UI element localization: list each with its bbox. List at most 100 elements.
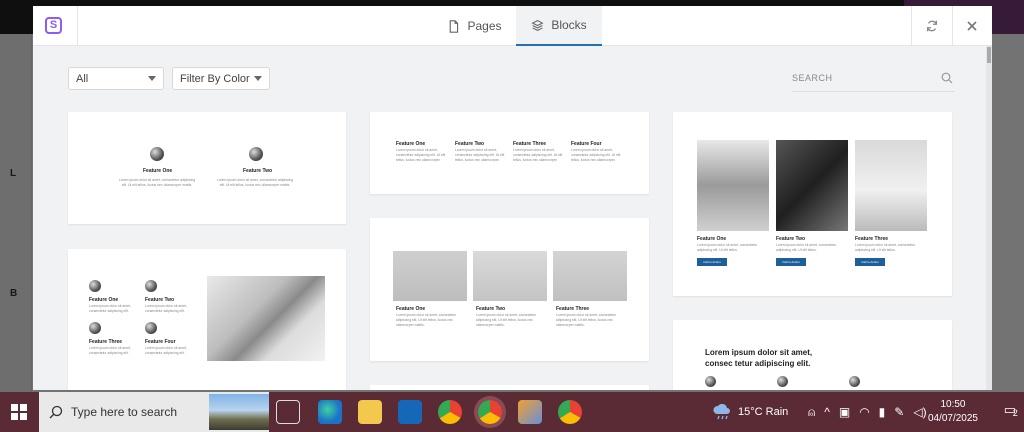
search-icon	[941, 72, 953, 84]
windows-logo-icon	[11, 404, 27, 420]
app-logo-icon: S	[45, 17, 62, 34]
feature-text: Lorem ipsum dolor sit amet, consectetur …	[455, 148, 505, 162]
clock-date: 04/07/2025	[927, 413, 978, 424]
weather-widget[interactable]: 15°C Rain	[712, 392, 788, 432]
person-icon[interactable]: ⍝	[808, 405, 815, 420]
category-select[interactable]: All	[68, 67, 164, 90]
feature-text: Lorem ipsum dolor sit amet, consectetur …	[145, 346, 187, 355]
battery-icon[interactable]: ▮	[879, 405, 886, 419]
feature-text: Lorem ipsum dolor sit amet, consectetur …	[396, 313, 457, 327]
feature-title: Feature One	[697, 236, 727, 242]
monstera-image	[776, 140, 848, 231]
tab-label: Blocks	[551, 18, 587, 32]
tab-blocks[interactable]: Blocks	[516, 6, 602, 46]
system-tray: ⍝ ^ ▣ ◠ ▮ ✎ ◁)	[808, 392, 927, 432]
tab-label: Pages	[467, 19, 502, 33]
feature-text: Lorem ipsum dolor sit amet, consectetur …	[697, 243, 758, 252]
search-input[interactable]: SEARCH	[792, 73, 833, 83]
feature-title: Feature Four	[571, 141, 602, 147]
feature-icon	[89, 280, 101, 292]
meet-now-icon[interactable]: ▣	[839, 405, 850, 419]
task-view-icon[interactable]	[276, 400, 300, 424]
feature-text: Lorem ipsum dolor sit amet, consectetur …	[118, 178, 196, 187]
feature-icon	[145, 280, 157, 292]
chevron-down-icon	[148, 76, 156, 81]
feature-title: Feature Two	[476, 306, 506, 312]
category-select-value: All	[76, 73, 89, 85]
search-field[interactable]: SEARCH	[792, 66, 955, 92]
block-card-two-features[interactable]: Feature One Lorem ipsum dolor sit amet, …	[68, 112, 346, 224]
clock-time: 10:50	[940, 399, 966, 410]
clock[interactable]: 10:50 04/07/2025	[928, 398, 978, 426]
volume-icon[interactable]: ◁)	[913, 405, 926, 419]
feature-title: Feature Two	[243, 168, 273, 174]
search-highlight-image	[209, 394, 269, 430]
header-divider	[77, 6, 78, 46]
feature-title: Feature One	[89, 297, 119, 303]
chrome-icon[interactable]	[438, 400, 462, 424]
chrome-profile-icon[interactable]	[558, 400, 582, 424]
feature-title: Feature One	[396, 141, 426, 147]
chevron-up-icon[interactable]: ^	[824, 405, 830, 419]
cta-button[interactable]: Call to Action	[855, 258, 885, 266]
color-filter-select[interactable]: Filter By Color	[172, 67, 270, 90]
feature-text: Lorem ipsum dolor sit amet, consectetur …	[89, 346, 131, 355]
template-library-modal: S Pages Blocks All Filter By Color SEARC…	[33, 6, 992, 390]
feature-text: Lorem ipsum dolor sit amet, consectetur …	[216, 178, 294, 187]
chrome-active-icon[interactable]	[478, 400, 502, 424]
block-card-partial[interactable]	[370, 385, 649, 390]
search-icon	[49, 405, 63, 419]
wifi-icon[interactable]: ◠	[859, 405, 869, 419]
feature-text: Lorem ipsum dolor sit amet, consectetur …	[396, 148, 446, 162]
feature-text: Lorem ipsum dolor sit amet, consectetur …	[855, 243, 916, 252]
block-heading: Lorem ipsum dolor sit amet, consec tetur…	[705, 348, 813, 368]
feature-title: Feature Three	[89, 339, 123, 345]
notification-count: 2	[1012, 408, 1018, 418]
chevron-down-icon	[254, 76, 262, 81]
feature-icon	[249, 147, 263, 161]
paint-icon[interactable]	[518, 400, 542, 424]
taskbar-search[interactable]: Type here to search	[39, 392, 269, 432]
feature-title: Feature One	[396, 306, 426, 312]
feature-icon	[150, 147, 164, 161]
close-button[interactable]	[952, 6, 992, 46]
notifications-button[interactable]: ▭ 2	[1004, 402, 1018, 418]
edge-browser-icon[interactable]	[318, 400, 342, 424]
feature-icon	[705, 376, 716, 387]
feature-title: Feature Three	[513, 141, 547, 147]
cta-button[interactable]: Call to Action	[776, 258, 806, 266]
feature-title: Feature Three	[556, 306, 590, 312]
sync-button[interactable]	[912, 6, 952, 46]
plant-image	[697, 140, 769, 231]
plant-image	[393, 251, 467, 301]
feature-text: Lorem ipsum dolor sit amet, consectetur …	[556, 313, 617, 327]
page-icon	[450, 19, 459, 33]
pen-icon[interactable]: ✎	[894, 405, 904, 419]
file-explorer-icon[interactable]	[358, 400, 382, 424]
block-card-heading[interactable]: Lorem ipsum dolor sit amet, consec tetur…	[673, 320, 952, 390]
plant-image	[473, 251, 547, 301]
feature-title: Feature Three	[855, 236, 889, 242]
block-card-four-columns[interactable]: Feature One Lorem ipsum dolor sit amet, …	[370, 112, 649, 194]
scrollbar-thumb[interactable]	[987, 47, 991, 63]
feature-text: Lorem ipsum dolor sit amet, consectetur …	[89, 304, 131, 313]
cta-button[interactable]: Call to Action	[697, 258, 727, 266]
modal-scrollbar[interactable]	[986, 46, 992, 390]
tab-pages[interactable]: Pages	[433, 6, 516, 46]
windows-taskbar: Type here to search 15°C Rain ⍝ ^ ▣ ◠ ▮ …	[0, 392, 1024, 432]
feature-icon	[777, 376, 788, 387]
feature-title: Feature Two	[455, 141, 485, 147]
block-card-three-images-buttons[interactable]: Feature One Lorem ipsum dolor sit amet, …	[673, 112, 952, 296]
taskbar-search-input[interactable]: Type here to search	[71, 405, 177, 419]
sync-icon	[926, 20, 938, 32]
outlook-icon[interactable]	[398, 400, 422, 424]
block-card-grid-with-image[interactable]: Feature One Lorem ipsum dolor sit amet, …	[68, 249, 346, 390]
feature-title: Feature One	[143, 168, 173, 174]
block-card-three-plants[interactable]: Feature One Lorem ipsum dolor sit amet, …	[370, 218, 649, 361]
clock-image	[855, 140, 927, 231]
rain-cloud-icon	[713, 404, 730, 420]
color-filter-value: Filter By Color	[180, 73, 250, 85]
feature-text: Lorem ipsum dolor sit amet, consectetur …	[571, 148, 621, 162]
start-button[interactable]	[0, 392, 38, 432]
feature-text: Lorem ipsum dolor sit amet, consectetur …	[145, 304, 187, 313]
